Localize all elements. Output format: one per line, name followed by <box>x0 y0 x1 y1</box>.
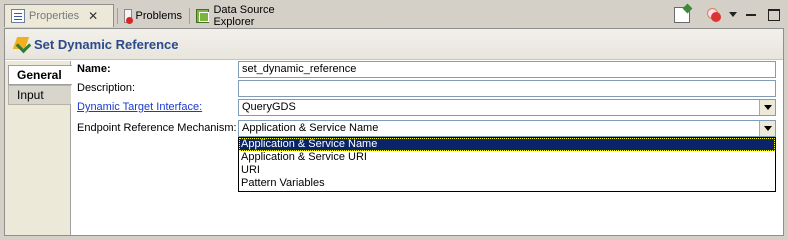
view-menu-icon[interactable] <box>728 7 738 23</box>
dropdown-option[interactable]: Application & Service URI <box>239 151 775 164</box>
properties-sidebar: General Input <box>5 61 72 235</box>
tab-properties[interactable]: Properties ✕ <box>4 4 114 27</box>
dropdown-option[interactable]: Pattern Variables <box>239 177 775 190</box>
set-dynamic-reference-icon <box>13 36 29 52</box>
description-label: Description: <box>77 82 136 94</box>
description-field[interactable] <box>238 80 776 97</box>
dropdown-option[interactable]: URI <box>239 164 775 177</box>
tab-problems-label: Problems <box>135 9 182 22</box>
tab-data-source-explorer-label: Data Source Explorer <box>213 3 275 28</box>
pin-icon[interactable] <box>674 7 690 23</box>
endpoint-reference-mechanism-dropdown: Application & Service Name Application &… <box>238 137 776 192</box>
side-tab-input[interactable]: Input <box>8 85 71 105</box>
side-tab-general[interactable]: General <box>8 65 72 85</box>
maximize-icon[interactable] <box>766 7 782 23</box>
view-toolbar <box>674 6 782 24</box>
properties-icon <box>11 9 25 23</box>
chevron-down-icon[interactable] <box>759 121 775 136</box>
endpoint-reference-mechanism-value: Application & Service Name <box>242 122 379 134</box>
endpoint-reference-mechanism-label: Endpoint Reference Mechanism: <box>77 122 237 134</box>
dynamic-target-interface-value: QueryGDS <box>242 101 296 113</box>
close-icon[interactable]: ✕ <box>87 9 99 23</box>
name-field[interactable]: set_dynamic_reference <box>238 61 776 78</box>
dropdown-option[interactable]: Application & Service Name <box>239 138 775 151</box>
view-tab-strip: Properties ✕ Problems Data Source Explor… <box>0 0 788 28</box>
tab-properties-label: Properties <box>29 10 80 22</box>
panel-title: Set Dynamic Reference <box>34 36 179 52</box>
tab-data-source-explorer[interactable]: Data Source Explorer <box>190 3 320 28</box>
dynamic-target-interface-combo[interactable]: QueryGDS <box>238 99 776 116</box>
properties-panel: Set Dynamic Reference General Input Name… <box>4 28 784 236</box>
name-label: Name: <box>77 63 111 75</box>
error-filter-icon[interactable] <box>706 7 722 23</box>
general-section: Name: set_dynamic_reference Description:… <box>75 61 781 235</box>
chevron-down-icon[interactable] <box>759 100 775 115</box>
data-source-explorer-icon <box>196 8 210 23</box>
minimize-icon[interactable] <box>744 7 760 23</box>
tab-problems[interactable]: Problems <box>118 4 188 27</box>
endpoint-reference-mechanism-combo[interactable]: Application & Service Name <box>238 120 776 137</box>
problems-icon <box>124 8 133 24</box>
panel-title-bar: Set Dynamic Reference <box>5 29 783 60</box>
dynamic-target-interface-link[interactable]: Dynamic Target Interface: <box>77 101 202 113</box>
